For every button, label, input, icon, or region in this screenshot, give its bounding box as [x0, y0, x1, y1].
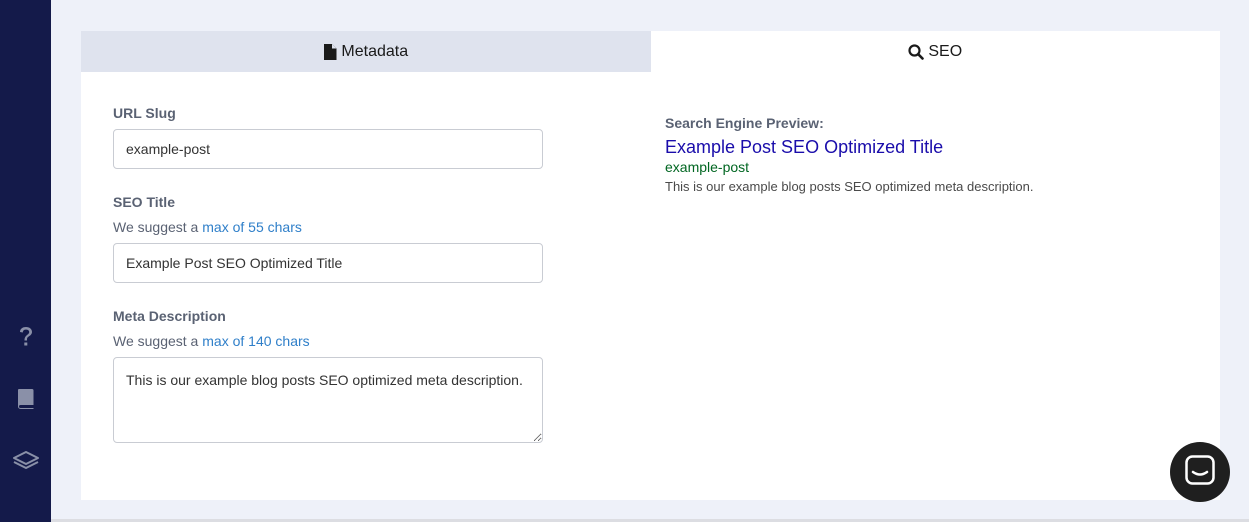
search-engine-preview: Search Engine Preview: Example Post SEO …	[665, 115, 1185, 194]
seo-title-label: SEO Title	[113, 194, 175, 210]
max-chars-link[interactable]: max of 140 chars	[202, 333, 309, 349]
preview-label: Search Engine Preview:	[665, 115, 824, 131]
meta-description-hint: We suggest a max of 140 chars	[113, 333, 543, 349]
seo-card: Metadata SEO URL Slug SEO Title We sugge…	[81, 31, 1220, 500]
hint-text: We suggest a	[113, 219, 203, 235]
help-icon[interactable]	[0, 317, 51, 357]
chat-icon	[1185, 454, 1215, 490]
file-icon	[323, 43, 337, 60]
tab-label: Metadata	[341, 42, 409, 60]
book-icon[interactable]	[0, 379, 51, 419]
sidebar	[0, 0, 51, 522]
url-slug-label: URL Slug	[113, 105, 176, 121]
tab-metadata[interactable]: Metadata	[81, 31, 651, 72]
tab-bar: Metadata SEO	[81, 31, 1220, 72]
layers-icon[interactable]	[0, 441, 51, 481]
seo-title-hint: We suggest a max of 55 chars	[113, 219, 543, 235]
hint-text: We suggest a	[113, 333, 203, 349]
meta-description-label: Meta Description	[113, 308, 226, 324]
preview-description: This is our example blog posts SEO optim…	[665, 179, 1034, 194]
url-slug-input[interactable]	[113, 129, 543, 169]
max-chars-link[interactable]: max of 55 chars	[202, 219, 302, 235]
preview-url: example-post	[665, 159, 750, 175]
meta-description-textarea[interactable]: This is our example blog posts SEO optim…	[113, 357, 543, 443]
seo-title-input[interactable]	[113, 243, 543, 283]
seo-form: URL Slug SEO Title We suggest a max of 5…	[113, 103, 543, 443]
preview-title[interactable]: Example Post SEO Optimized Title	[665, 137, 1185, 158]
tab-label: SEO	[928, 42, 963, 60]
search-icon	[908, 43, 925, 60]
chat-launcher-button[interactable]	[1170, 442, 1230, 502]
tab-seo[interactable]: SEO	[650, 31, 1220, 72]
